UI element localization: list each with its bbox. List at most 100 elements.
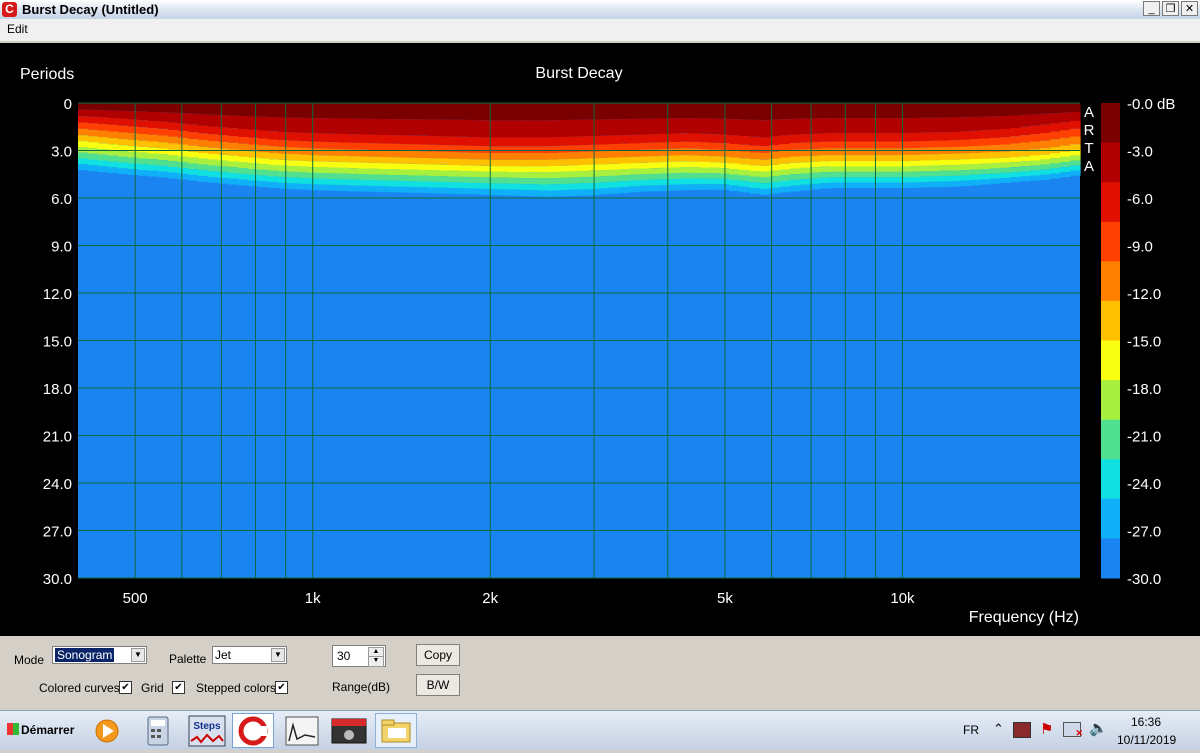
heatmap-cell [1070, 136, 1081, 145]
show-hidden-icons-icon[interactable]: ⌃ [993, 721, 1004, 737]
heatmap-cell [218, 141, 229, 149]
heatmap-cell [869, 103, 881, 119]
heatmap-cell [699, 161, 710, 168]
volume-icon[interactable]: 🔈 [1089, 719, 1108, 737]
heatmap-cell [1019, 166, 1031, 172]
heatmap-cell [128, 163, 139, 170]
heatmap-cell [909, 160, 921, 167]
mode-select[interactable]: Sonogram ▼ [52, 646, 147, 664]
heatmap-cell [839, 141, 851, 149]
heatmap-cell [859, 177, 871, 183]
heatmap-cell [538, 178, 550, 185]
heatmap-cell [1009, 103, 1021, 116]
heatmap-cell [899, 171, 911, 178]
menu-edit[interactable]: Edit [7, 22, 28, 36]
heatmap-cell [679, 172, 690, 179]
arta-icon[interactable] [232, 713, 274, 748]
heatmap-cell [468, 188, 480, 195]
heatmap-cell [769, 151, 780, 159]
heatmap-cell [879, 133, 891, 142]
spin-down-icon[interactable]: ▼ [368, 656, 384, 667]
heatmap-cell [769, 103, 780, 120]
heatmap-cell [709, 184, 720, 190]
heatmap-cell [639, 168, 650, 175]
limp-icon[interactable] [281, 713, 323, 748]
chart-title: Burst Decay [535, 65, 622, 82]
heatmap-cell [248, 116, 259, 130]
heatmap-cell [709, 142, 720, 150]
heatmap-cell [759, 165, 770, 172]
range-spinner[interactable]: 30 ▲ ▼ [332, 645, 386, 667]
heatmap-cell [949, 103, 961, 118]
explorer-icon[interactable] [375, 713, 417, 748]
heatmap-cell [478, 188, 490, 195]
media-player-icon[interactable] [86, 713, 128, 748]
heatmap-cell [378, 169, 390, 175]
heatmap-cell [288, 117, 299, 133]
heatmap-cell [619, 103, 630, 120]
heatmap-cell [308, 103, 320, 119]
heatmap-cell [548, 184, 560, 191]
heatmap-cell [1009, 167, 1021, 173]
heatmap-cell [188, 169, 199, 175]
heatmap-cell [739, 170, 750, 176]
heatmap-cell [218, 103, 229, 116]
heatmap-cell [248, 129, 259, 138]
heatmap-cell [128, 151, 139, 158]
heatmap-cell [208, 114, 219, 127]
heatmap-cell [739, 103, 750, 120]
stepped-colors-checkbox[interactable]: ✔ [275, 681, 288, 694]
tray-app-icon[interactable] [1013, 722, 1031, 738]
heatmap-cell [929, 181, 941, 188]
colored-curves-checkbox[interactable]: ✔ [119, 681, 132, 694]
heatmap-cell [268, 139, 279, 147]
copy-button[interactable]: Copy [416, 644, 460, 666]
heatmap-cell [258, 164, 269, 170]
video-icon[interactable] [328, 713, 370, 748]
heatmap-cell [178, 173, 189, 180]
colorbar-band [1101, 538, 1120, 579]
heatmap-cell [799, 142, 810, 150]
heatmap-cell [739, 158, 750, 165]
heatmap-cell [1070, 112, 1081, 121]
heatmap-cell [228, 178, 239, 185]
palette-select[interactable]: Jet ▼ [212, 646, 287, 664]
minimize-button[interactable]: _ [1143, 1, 1160, 16]
heatmap-cell [1019, 161, 1031, 167]
heatmap-cell [418, 119, 430, 136]
network-icon[interactable]: ✕ [1063, 722, 1083, 738]
restore-button[interactable]: ❐ [1162, 1, 1179, 16]
heatmap-cell [979, 116, 991, 131]
heatmap-cell [138, 140, 149, 147]
colorbar-label: -15.0 [1127, 334, 1161, 351]
action-center-flag-icon[interactable]: ⚑ [1040, 720, 1053, 738]
heatmap-cell [88, 103, 99, 110]
palette-value: Jet [215, 648, 232, 662]
heatmap-cell [528, 172, 540, 179]
chevron-down-icon[interactable]: ▼ [271, 648, 285, 662]
heatmap-cell [318, 155, 330, 162]
y-tick-label: 0 [64, 96, 72, 113]
heatmap-cell [779, 150, 790, 158]
arta-logo-icon[interactable]: C [2, 2, 17, 17]
start-button[interactable]: Démarrer [3, 715, 80, 745]
heatmap-cell [108, 167, 119, 174]
heatmap-cell [569, 171, 580, 178]
heatmap-cell [629, 180, 640, 187]
heatmap-cell [959, 175, 971, 181]
grid-checkbox[interactable]: ✔ [172, 681, 185, 694]
heatmap-cell [649, 142, 660, 150]
heatmap-cell [378, 174, 390, 181]
heatmap-cell [779, 119, 790, 136]
heatmap-cell [849, 148, 861, 155]
language-indicator[interactable]: FR [963, 723, 979, 737]
calculator-icon[interactable] [137, 713, 179, 748]
chevron-down-icon[interactable]: ▼ [131, 648, 145, 662]
heatmap-cell [318, 118, 330, 134]
heatmap-cell [629, 186, 640, 193]
heatmap-cell [268, 159, 279, 165]
bw-button[interactable]: B/W [416, 674, 460, 696]
close-button[interactable]: ✕ [1181, 1, 1198, 16]
heatmap-cell [118, 118, 129, 126]
steps-icon[interactable]: Steps [186, 713, 228, 748]
